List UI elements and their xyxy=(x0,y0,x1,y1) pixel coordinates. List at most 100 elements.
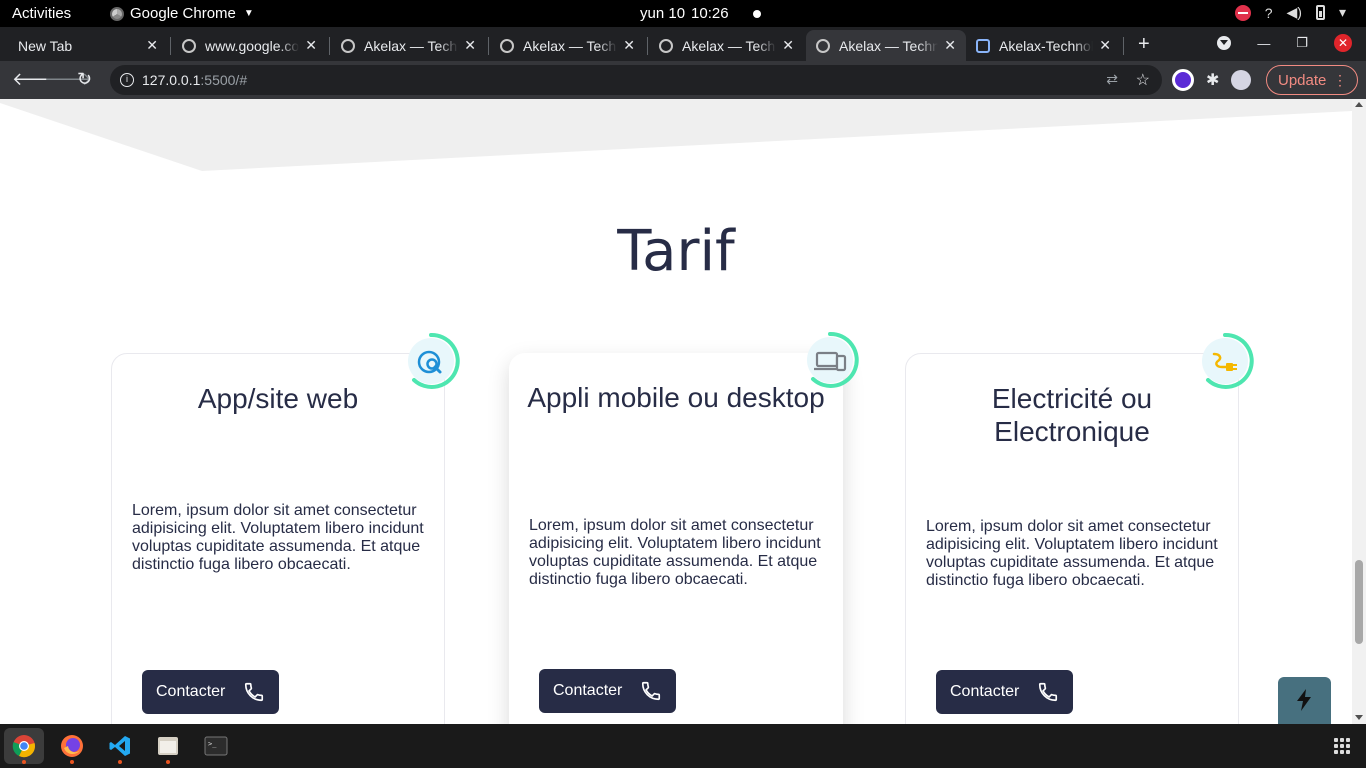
card-description: Lorem, ipsum dolor sit amet consectetur … xyxy=(132,502,424,573)
page-scrollbar[interactable] xyxy=(1352,99,1366,724)
address-bar[interactable]: i 127.0.0.1:5500/# ⇄ ☆ xyxy=(110,65,1162,95)
network-icon: ? xyxy=(1264,4,1273,21)
do-not-disturb-icon xyxy=(1234,4,1251,21)
app-menu-label: Google Chrome xyxy=(130,5,236,22)
tab-title: New Tab xyxy=(18,37,73,54)
system-top-bar: Activities Google Chrome ▼ yun 10 10:26 … xyxy=(0,0,1366,27)
site-info-icon[interactable]: i xyxy=(120,73,134,87)
browser-toolbar: 🡐 🡒 ↻ i 127.0.0.1:5500/# ⇄ ☆ ✱ Update ⋮ xyxy=(0,61,1366,99)
terminal-icon: >_ xyxy=(204,736,228,756)
close-tab-icon[interactable]: ✕ xyxy=(464,37,476,54)
card-title: Appli mobile ou desktop xyxy=(527,382,825,413)
tab-google[interactable]: www.google.com ✕ xyxy=(172,30,327,61)
card-title: Electricité ou Electronique xyxy=(991,383,1153,447)
scrollbar-thumb[interactable] xyxy=(1355,560,1363,644)
system-tray[interactable]: ? ◀) ▾ xyxy=(1234,4,1346,21)
update-button[interactable]: Update ⋮ xyxy=(1266,65,1358,95)
dock-terminal[interactable]: >_ xyxy=(196,728,236,764)
scroll-down-icon[interactable] xyxy=(1355,715,1363,720)
chrome-icon xyxy=(110,6,124,21)
logo-icon xyxy=(976,38,990,53)
pricing-card: App/site web Lorem, ipsum dolor sit amet… xyxy=(111,332,460,724)
translate-icon[interactable]: ⇄ xyxy=(1106,71,1118,88)
files-icon xyxy=(158,737,178,755)
volume-icon: ◀) xyxy=(1286,4,1302,20)
card-title: App/site web xyxy=(197,383,359,414)
minimize-icon[interactable]: — xyxy=(1257,36,1270,51)
close-tab-icon[interactable]: ✕ xyxy=(1099,37,1111,54)
contact-button[interactable]: Contacter xyxy=(936,670,1073,714)
section-title: Tarif xyxy=(617,219,735,284)
tab-title: Akelax — Technologies xyxy=(364,37,458,54)
pricing-card: Electricité ou Electronique Lorem, ipsum… xyxy=(905,332,1254,724)
tab-new-tab[interactable]: New Tab ✕ xyxy=(8,30,168,61)
globe-icon xyxy=(659,38,673,53)
app-menu[interactable]: Google Chrome ▼ xyxy=(110,5,254,22)
show-applications-icon[interactable] xyxy=(1334,738,1350,754)
lightning-icon xyxy=(1297,689,1311,711)
tab-title: Akelax — Technologies xyxy=(682,37,776,54)
clock[interactable]: yun 10 10:26 xyxy=(640,5,761,22)
dock-firefox[interactable] xyxy=(52,728,92,764)
close-tab-icon[interactable]: ✕ xyxy=(782,37,794,54)
update-label: Update xyxy=(1278,71,1327,89)
tab-title: Akelax — Technologies xyxy=(523,37,617,54)
tab-akelax-technologies[interactable]: Akelax-Technologies ✕ xyxy=(966,30,1121,61)
card-description: Lorem, ipsum dolor sit amet consectetur … xyxy=(926,518,1218,589)
globe-icon xyxy=(816,38,830,53)
tab-akelax-1[interactable]: Akelax — Technologies ✕ xyxy=(331,30,486,61)
url-text: 127.0.0.1:5500/# xyxy=(142,72,248,88)
phone-icon xyxy=(641,681,661,701)
globe-icon xyxy=(341,38,355,53)
bookmark-star-icon[interactable]: ☆ xyxy=(1136,70,1150,90)
dock: >_ xyxy=(0,724,1366,768)
dock-vscode[interactable] xyxy=(100,728,140,764)
close-tab-icon[interactable]: ✕ xyxy=(944,37,956,54)
tab-title: Akelax — Technologies xyxy=(839,37,939,54)
reload-icon[interactable]: ↻ xyxy=(77,69,92,90)
notification-dot xyxy=(752,9,761,18)
window-controls: — ❐ ✕ xyxy=(1217,34,1352,52)
restore-icon[interactable]: ❐ xyxy=(1296,35,1308,51)
card-description: Lorem, ipsum dolor sit amet consectetur … xyxy=(529,517,821,588)
battery-icon xyxy=(1315,5,1325,20)
contact-button[interactable]: Contacter xyxy=(539,669,676,713)
scroll-up-icon[interactable] xyxy=(1355,102,1363,107)
tab-strip: New Tab ✕ www.google.com ✕ Akelax — Tech… xyxy=(0,27,1366,61)
tab-title: Akelax-Technologies xyxy=(999,37,1094,54)
vscode-icon xyxy=(109,736,130,756)
page-viewport: Tarif App/site web Lorem, ipsum dolor si… xyxy=(0,99,1352,724)
contact-button-label: Contacter xyxy=(156,683,226,700)
date-label: yun 10 xyxy=(640,5,686,22)
dock-files[interactable] xyxy=(148,728,188,764)
close-tab-icon[interactable]: ✕ xyxy=(623,37,635,54)
tab-akelax-3[interactable]: Akelax — Technologies ✕ xyxy=(649,30,804,61)
new-tab-button[interactable]: + xyxy=(1138,33,1150,56)
contact-button-label: Contacter xyxy=(553,682,623,699)
dock-chrome[interactable] xyxy=(4,728,44,764)
extensions-area: ✱ xyxy=(1172,69,1252,91)
caret-down-icon: ▼ xyxy=(243,8,254,19)
close-tab-icon[interactable]: ✕ xyxy=(146,37,158,54)
kebab-menu-icon: ⋮ xyxy=(1333,72,1347,88)
phone-icon xyxy=(1038,682,1058,702)
tab-akelax-active[interactable]: Akelax — Technologies ✕ xyxy=(806,30,966,61)
activities-button[interactable]: Activities xyxy=(12,5,71,22)
time-label: 10:26 xyxy=(691,5,729,22)
tab-search-icon[interactable] xyxy=(1217,36,1232,50)
firefox-icon xyxy=(61,735,83,757)
phone-icon xyxy=(244,682,264,702)
profile-avatar[interactable] xyxy=(1231,70,1252,90)
contact-button[interactable]: Contacter xyxy=(142,670,279,714)
tab-title: www.google.com xyxy=(205,37,300,54)
close-window-icon[interactable]: ✕ xyxy=(1334,34,1352,52)
close-tab-icon[interactable]: ✕ xyxy=(305,37,317,54)
globe-icon xyxy=(500,38,514,53)
globe-icon xyxy=(182,38,196,53)
pricing-card-featured: Appli mobile ou desktop Lorem, ipsum dol… xyxy=(509,331,859,724)
extension-icon[interactable] xyxy=(1172,69,1194,91)
svg-text:>_: >_ xyxy=(208,740,217,748)
tab-akelax-2[interactable]: Akelax — Technologies ✕ xyxy=(490,30,645,61)
extensions-puzzle-icon[interactable]: ✱ xyxy=(1206,70,1219,90)
floating-action-button[interactable] xyxy=(1278,677,1331,724)
